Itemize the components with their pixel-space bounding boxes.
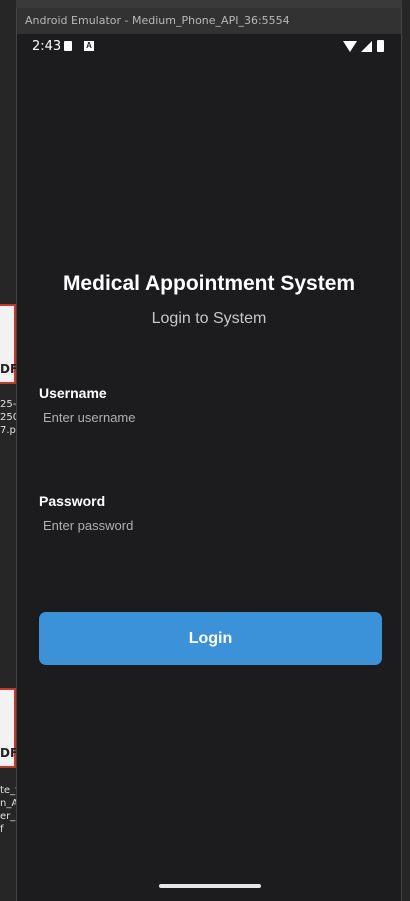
pdf-file-icon[interactable]: DF — [0, 688, 18, 768]
wifi-icon — [343, 41, 357, 52]
sd-card-icon — [64, 41, 72, 51]
status-icons — [343, 40, 389, 54]
app-subtitle: Login to System — [151, 310, 267, 327]
status-time: 2:43 — [32, 39, 62, 54]
username-input[interactable] — [39, 402, 381, 432]
app-title: Medical Appointment System — [62, 272, 356, 295]
phone-screen: 2:43 A Medical Appointment System Login … — [17, 34, 401, 901]
pdf-file-icon[interactable]: DF — [0, 304, 18, 384]
a-notification-icon: A — [84, 41, 94, 51]
desktop-taskbar-strip — [0, 0, 410, 8]
emulator-window: Android Emulator - Medium_Phone_API_36:5… — [16, 8, 402, 901]
status-bar: 2:43 A — [17, 34, 401, 60]
password-input[interactable] — [39, 510, 381, 540]
username-label: Username — [39, 385, 107, 401]
emulator-title-bar[interactable]: Android Emulator - Medium_Phone_API_36:5… — [17, 8, 401, 34]
battery-icon — [377, 40, 384, 52]
desktop-right-area — [402, 0, 410, 901]
signal-icon — [361, 41, 372, 52]
desktop-file-name[interactable]: 25- 250 7.p — [0, 398, 16, 437]
password-label: Password — [39, 493, 106, 509]
login-button[interactable]: Login — [39, 612, 382, 665]
desktop-file-name[interactable]: te_v n_A er_L f — [0, 784, 16, 836]
home-indicator[interactable] — [159, 884, 261, 888]
